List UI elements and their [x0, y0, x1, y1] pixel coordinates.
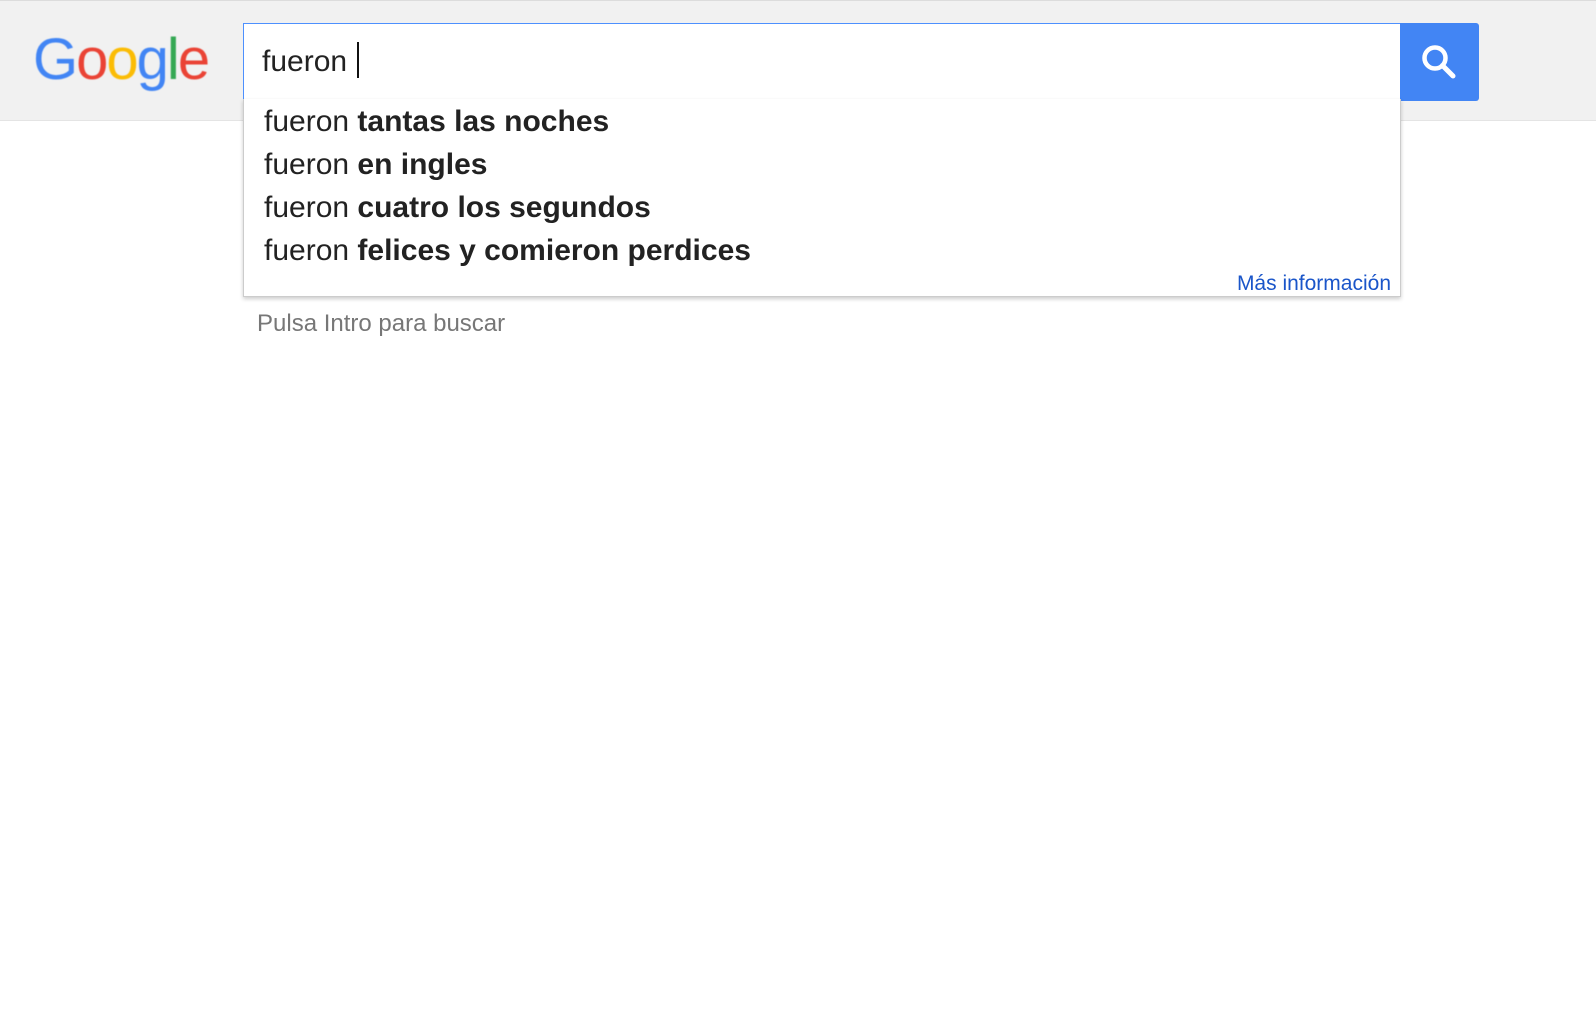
suggestion-item[interactable]: fueron en ingles — [264, 143, 1374, 186]
suggestion-prefix: fueron — [264, 148, 350, 181]
suggestion-completion: cuatro los segundos — [357, 191, 651, 224]
suggestion-completion: felices y comieron perdices — [357, 234, 751, 267]
logo-letter: o — [106, 27, 138, 92]
google-logo[interactable]: Google — [33, 27, 210, 93]
search-icon — [1422, 45, 1456, 79]
logo-letter: l — [166, 27, 180, 92]
logo-letter: e — [177, 27, 210, 92]
search-input[interactable]: fueron — [243, 23, 1401, 101]
autocomplete-dropdown: fueron tantas las noches fueron en ingle… — [243, 99, 1401, 297]
search-button[interactable] — [1400, 23, 1479, 101]
more-info-link[interactable]: Más información — [1237, 271, 1391, 297]
logo-letter: g — [136, 27, 169, 92]
suggestion-item[interactable]: fueron cuatro los segundos — [264, 186, 1374, 229]
search-query-text: fueron — [262, 42, 360, 82]
text-caret — [357, 42, 360, 78]
suggestion-completion: tantas las noches — [357, 105, 610, 138]
search-query-value: fueron — [262, 45, 348, 78]
press-enter-hint: Pulsa Intro para buscar — [257, 310, 506, 337]
suggestion-item[interactable]: fueron felices y comieron perdices — [264, 229, 1374, 272]
suggestion-prefix: fueron — [264, 191, 350, 224]
suggestion-prefix: fueron — [264, 234, 350, 267]
logo-letter: o — [76, 27, 108, 92]
suggestion-completion: en ingles — [357, 148, 488, 181]
suggestion-prefix: fueron — [264, 105, 350, 138]
logo-letter: G — [33, 27, 78, 92]
suggestion-item[interactable]: fueron tantas las noches — [264, 100, 1374, 143]
